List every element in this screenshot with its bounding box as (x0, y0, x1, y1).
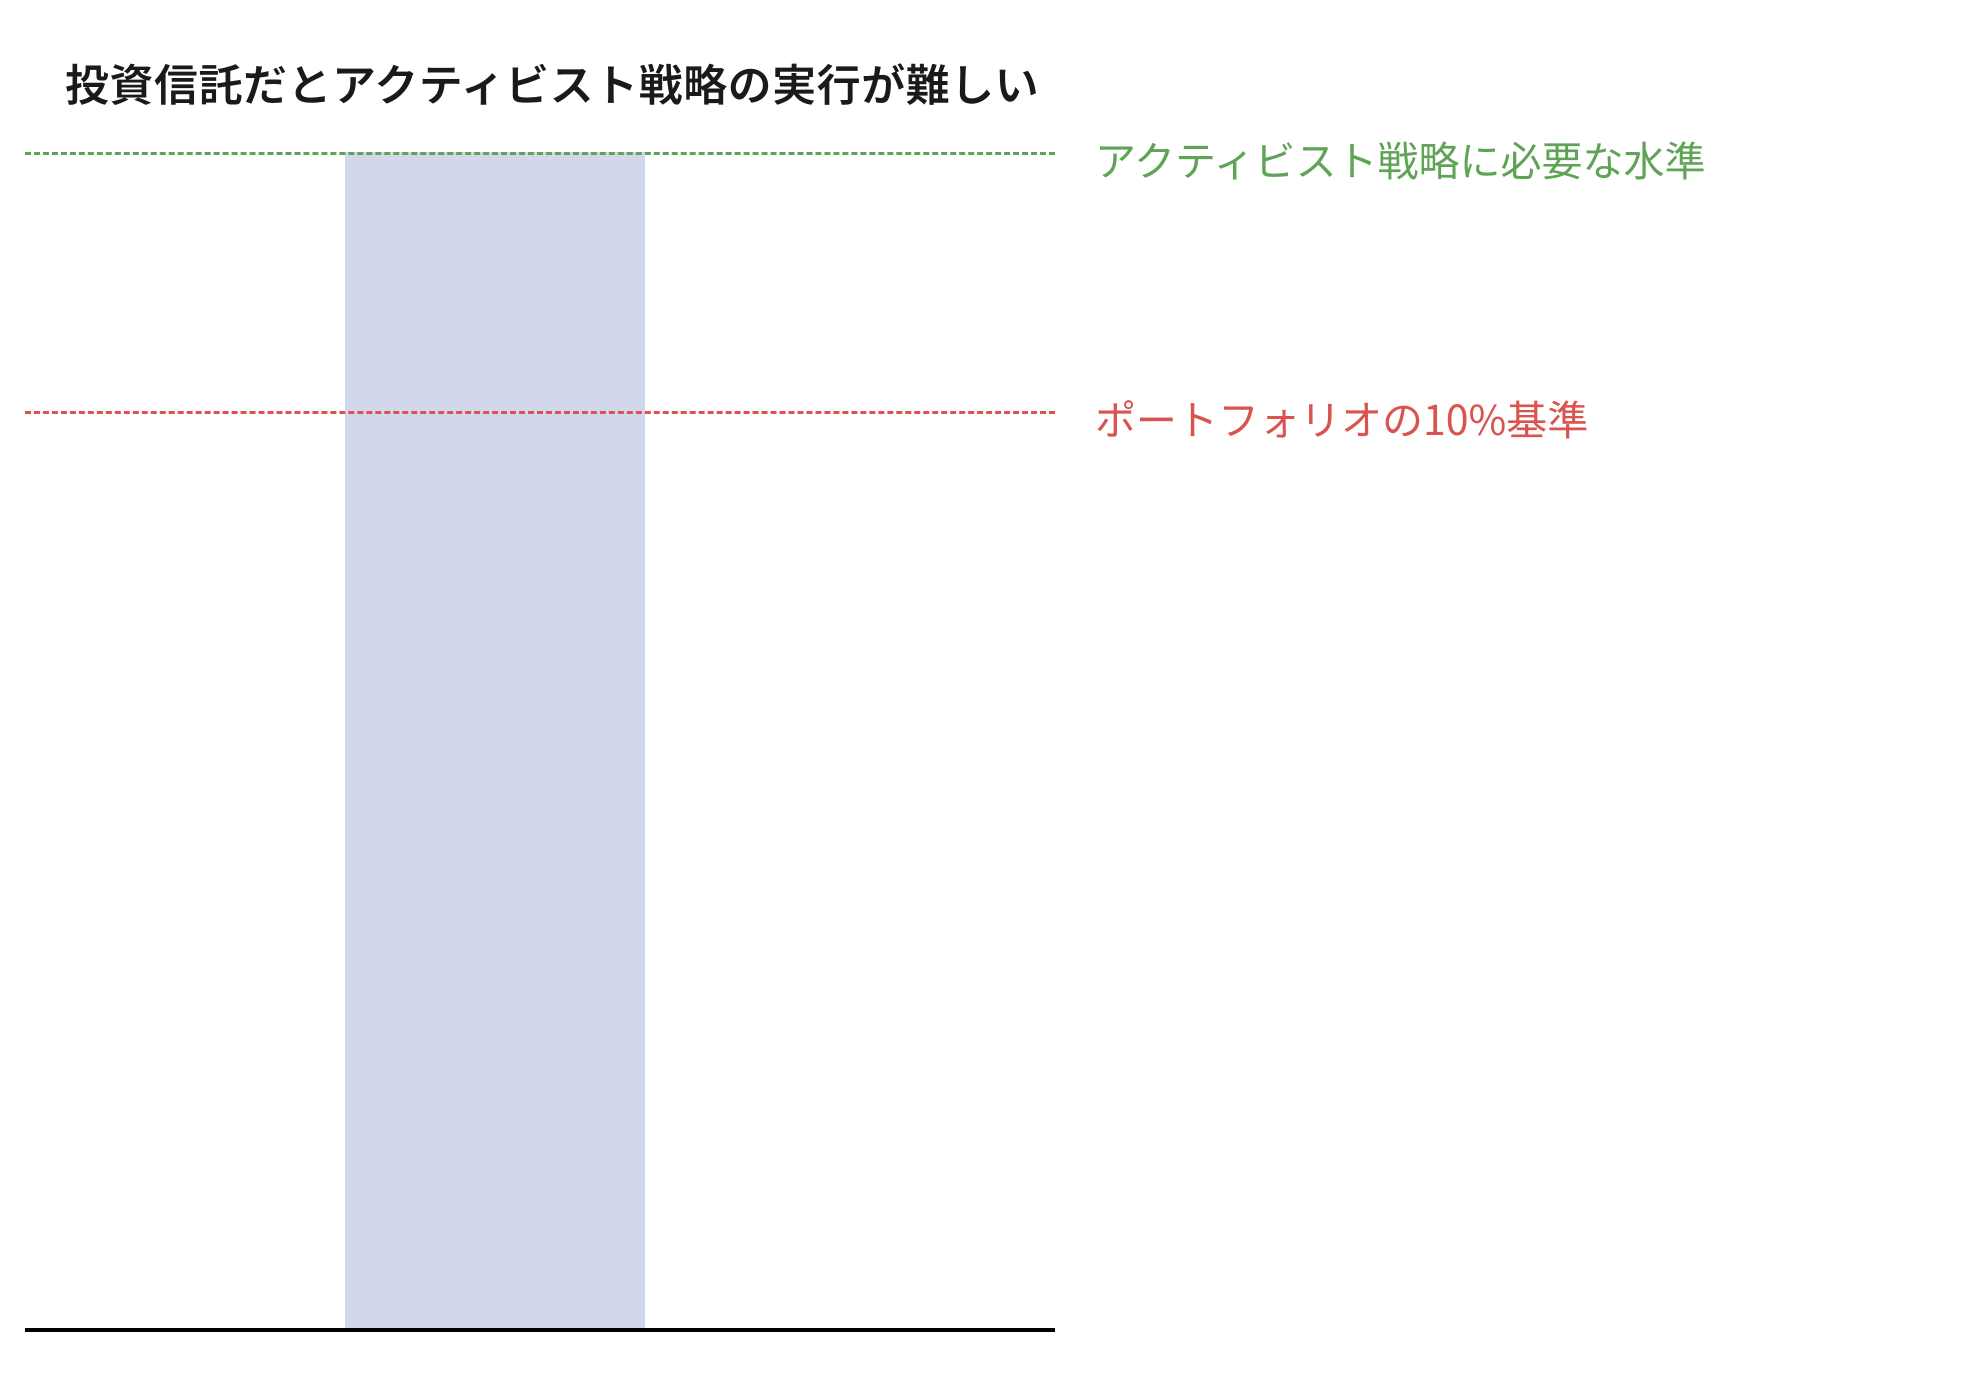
chart-title: 投資信託だとアクティビスト戦略の実行が難しい (65, 50, 1039, 114)
x-axis (25, 1328, 1055, 1332)
chart-bar (345, 152, 645, 1330)
activist-threshold-label: アクティビスト戦略に必要な水準 (1095, 128, 1706, 188)
chart-plot-area (25, 150, 1055, 1340)
portfolio-threshold-label: ポートフォリオの10%基準 (1095, 387, 1588, 447)
portfolio-threshold-line (25, 411, 1055, 414)
activist-threshold-line (25, 152, 1055, 155)
